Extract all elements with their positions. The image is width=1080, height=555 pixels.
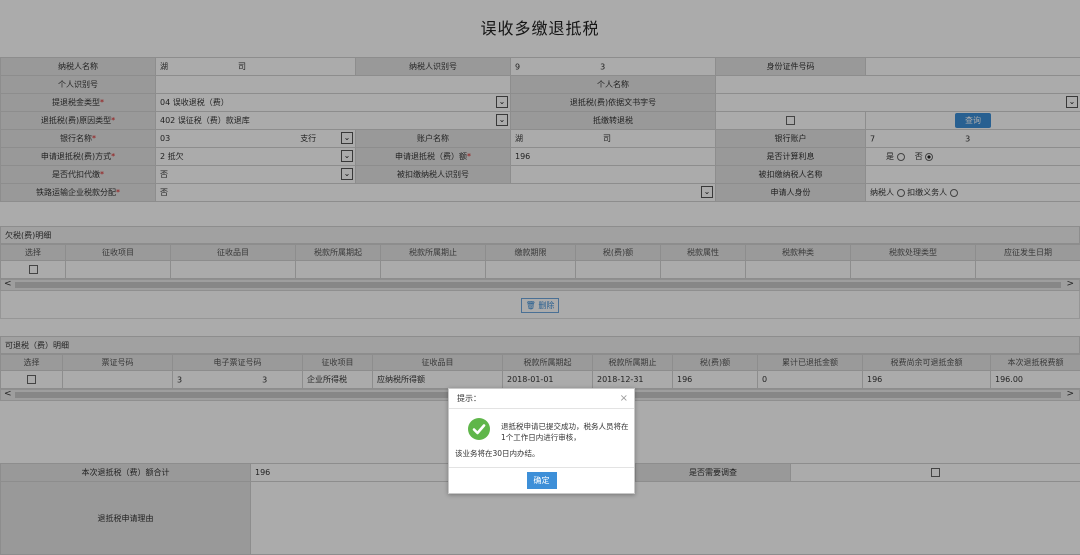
close-icon[interactable]: × — [620, 389, 628, 409]
confirm-button[interactable]: 确定 — [526, 472, 557, 489]
dialog-message: 退抵税申请已提交成功，税务人员将在1个工作日内进行审核， — [501, 422, 629, 442]
dialog-message-2: 该业务将在30日内办结。 — [455, 449, 540, 458]
dialog-header: 提示： × — [449, 389, 634, 409]
dialog-title: 提示： — [457, 394, 481, 403]
success-check-icon — [468, 418, 490, 440]
dialog-body: 退抵税申请已提交成功，税务人员将在1个工作日内进行审核， 该业务将在30日内办结… — [449, 409, 634, 467]
success-dialog: 提示： × 退抵税申请已提交成功，税务人员将在1个工作日内进行审核， 该业务将在… — [448, 388, 635, 494]
dialog-footer: 确定 — [449, 467, 634, 493]
